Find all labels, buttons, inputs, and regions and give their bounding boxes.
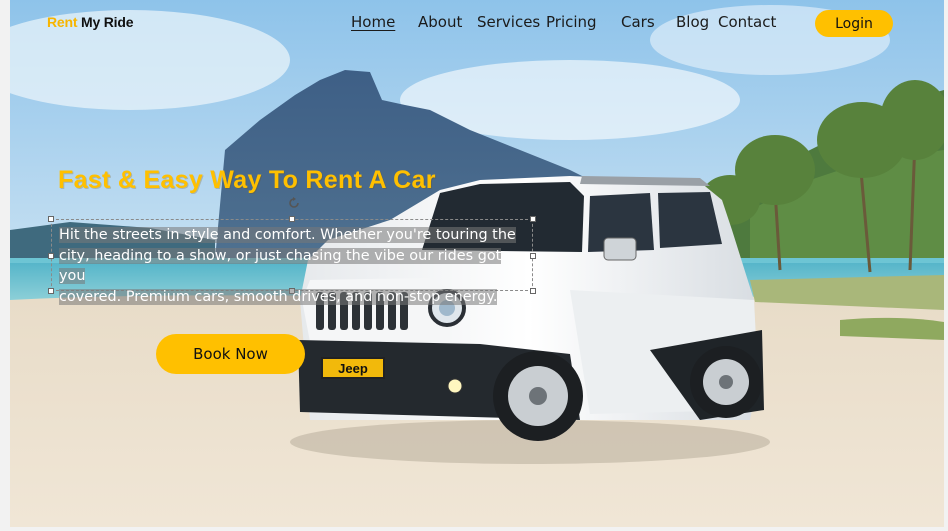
hero-body-line: covered. Premium cars, smooth drives, an… — [59, 288, 498, 305]
brand-logo-part2: My Ride — [81, 14, 134, 30]
selected-text-box[interactable]: Hit the streets in style and comfort. Wh… — [48, 197, 536, 305]
hero-body-line: city, heading to a show, or just chasing… — [59, 247, 502, 284]
nav-home[interactable]: Home — [351, 13, 395, 31]
resize-handle-top-left[interactable] — [48, 216, 54, 222]
resize-handle-right[interactable] — [530, 253, 536, 259]
nav-blog[interactable]: Blog — [676, 13, 709, 31]
nav-services[interactable]: Services — [477, 13, 540, 31]
rotate-icon[interactable] — [287, 196, 301, 210]
hero-headline[interactable]: Fast & Easy Way To Rent A Car — [58, 166, 436, 195]
nav-about[interactable]: About — [418, 13, 462, 31]
hero-body-line: Hit the streets in style and comfort. Wh… — [59, 227, 516, 243]
resize-handle-top[interactable] — [289, 216, 295, 222]
hero-body-text[interactable]: Hit the streets in style and comfort. Wh… — [59, 225, 521, 307]
resize-handle-bottom-right[interactable] — [530, 288, 536, 294]
resize-handle-left[interactable] — [48, 253, 54, 259]
resize-handle-top-right[interactable] — [530, 216, 536, 222]
login-button[interactable]: Login — [815, 10, 893, 37]
brand-logo-part1: Rent — [47, 14, 78, 30]
slide-canvas: Jeep Rent My Ride Home About Services Pr… — [10, 0, 944, 527]
brand-logo[interactable]: Rent My Ride — [47, 14, 133, 30]
nav-contact[interactable]: Contact — [718, 13, 776, 31]
car-badge: Jeep — [338, 361, 368, 376]
book-now-button[interactable]: Book Now — [156, 334, 305, 374]
nav-cars[interactable]: Cars — [621, 13, 655, 31]
nav-pricing[interactable]: Pricing — [546, 13, 597, 31]
resize-handle-bottom-left[interactable] — [48, 288, 54, 294]
